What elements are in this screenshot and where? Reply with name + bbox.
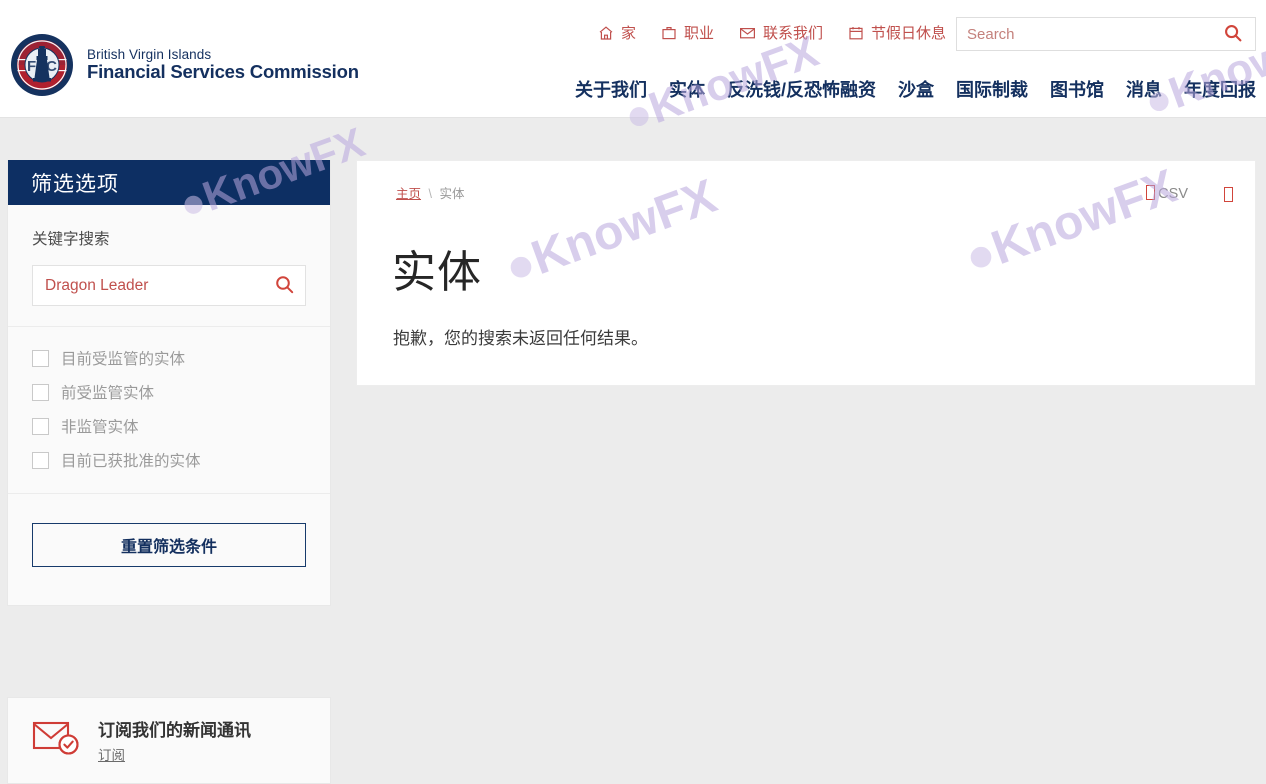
entity-status-filters: 目前受监管的实体 前受监管实体 非监管实体 目前已获批准的实体 — [8, 327, 330, 493]
reset-filters-button[interactable]: 重置筛选条件 — [32, 523, 306, 567]
briefcase-icon — [661, 25, 677, 41]
home-icon — [598, 25, 614, 41]
print-button[interactable] — [1224, 185, 1236, 202]
search-button[interactable] — [1211, 18, 1255, 50]
newsletter-signup-panel[interactable]: 订阅我们的新闻通讯 订阅 — [7, 697, 331, 784]
newsletter-title: 订阅我们的新闻通讯 — [98, 721, 251, 740]
main-nav-item-annual-returns[interactable]: 年度回报 — [1184, 76, 1256, 102]
site-header: FSC British Virgin Islands Financial Ser… — [0, 0, 1266, 118]
newsletter-subscribe-link[interactable]: 订阅 — [98, 748, 125, 763]
missing-glyph-box-icon — [1224, 187, 1233, 202]
keyword-search-label: 关键字搜索 — [32, 231, 110, 248]
breadcrumb-separator: \ — [428, 187, 432, 201]
page-title: 实体 — [392, 248, 482, 297]
main-nav-item-entities[interactable]: 实体 — [669, 76, 705, 102]
results-panel: 主页 \ 实体 CSV — [356, 160, 1256, 386]
checkbox-box[interactable] — [32, 383, 49, 401]
header-search[interactable] — [956, 17, 1256, 51]
checkbox-box[interactable] — [32, 417, 49, 435]
utility-nav-label: 联系我们 — [762, 25, 823, 42]
filter-checkbox-label: 前受监管实体 — [61, 385, 155, 402]
filter-checkbox-label: 目前受监管的实体 — [61, 351, 186, 368]
main-nav: 关于我们 实体 反洗钱/反恐怖融资 沙盒 国际制裁 图书馆 消息 年度回报 — [575, 76, 1256, 102]
search-input[interactable] — [957, 18, 1211, 50]
breadcrumb-current: 实体 — [439, 187, 465, 201]
brand-logo[interactable]: FSC British Virgin Islands Financial Ser… — [10, 33, 359, 97]
keyword-search-field[interactable] — [32, 265, 306, 306]
utility-nav-item-careers[interactable]: 职业 — [661, 22, 714, 43]
filter-sidebar-title: 筛选选项 — [8, 160, 330, 205]
filter-checkbox-formerly-regulated[interactable]: 前受监管实体 — [32, 381, 306, 403]
utility-nav-label: 家 — [620, 25, 636, 42]
export-csv-button[interactable]: CSV — [1146, 183, 1188, 202]
utility-nav-item-contact[interactable]: 联系我们 — [739, 22, 823, 43]
filter-checkbox-currently-regulated[interactable]: 目前受监管的实体 — [32, 347, 306, 369]
brand-line-2: Financial Services Commission — [87, 61, 359, 83]
no-results-message: 抱歉，您的搜索未返回任何结果。 — [393, 329, 648, 348]
utility-nav-label: 职业 — [683, 25, 714, 42]
breadcrumb: 主页 \ 实体 — [396, 183, 464, 202]
filter-checkbox-label: 非监管实体 — [61, 419, 139, 436]
filter-checkbox-non-regulated[interactable]: 非监管实体 — [32, 415, 306, 437]
result-actions: CSV — [1146, 183, 1236, 202]
main-nav-item-news[interactable]: 消息 — [1126, 76, 1162, 102]
export-csv-label: CSV — [1158, 186, 1188, 202]
checkbox-box[interactable] — [32, 349, 49, 367]
main-nav-item-library[interactable]: 图书馆 — [1050, 76, 1104, 102]
keyword-filter-section: 关键字搜索 — [8, 205, 330, 326]
missing-glyph-box-icon — [1146, 185, 1156, 200]
svg-text:FSC: FSC — [27, 58, 57, 75]
bvi-fsc-lighthouse-seal-icon: FSC — [10, 33, 74, 97]
envelope-icon — [739, 25, 756, 41]
breadcrumb-home-link[interactable]: 主页 — [396, 187, 421, 201]
main-nav-item-sandbox[interactable]: 沙盒 — [898, 76, 934, 102]
search-icon — [274, 274, 295, 298]
checkbox-box[interactable] — [32, 451, 49, 469]
utility-nav-item-holidays[interactable]: 节假日休息 — [848, 22, 946, 43]
main-nav-item-aml-cft[interactable]: 反洗钱/反恐怖融资 — [727, 76, 876, 102]
envelope-check-icon — [32, 719, 81, 762]
utility-nav-label: 节假日休息 — [870, 25, 946, 42]
utility-nav: 家 职业 联系我们 节假日休息 — [598, 22, 946, 43]
utility-nav-item-home[interactable]: 家 — [598, 22, 636, 43]
search-icon — [1223, 23, 1243, 46]
brand-line-1: British Virgin Islands — [87, 47, 212, 63]
keyword-search-button[interactable] — [263, 266, 305, 305]
main-nav-item-about[interactable]: 关于我们 — [575, 76, 647, 102]
filter-sidebar: 筛选选项 关键字搜索 目前受监管的实体 前受监管实体 — [7, 160, 331, 606]
keyword-search-input[interactable] — [33, 266, 263, 305]
filter-checkbox-label: 目前已获批准的实体 — [61, 453, 201, 470]
calendar-icon — [848, 25, 864, 41]
main-nav-item-international-sanctions[interactable]: 国际制裁 — [956, 76, 1028, 102]
reset-filters-section: 重置筛选条件 — [8, 494, 330, 605]
filter-checkbox-currently-approved[interactable]: 目前已获批准的实体 — [32, 449, 306, 471]
